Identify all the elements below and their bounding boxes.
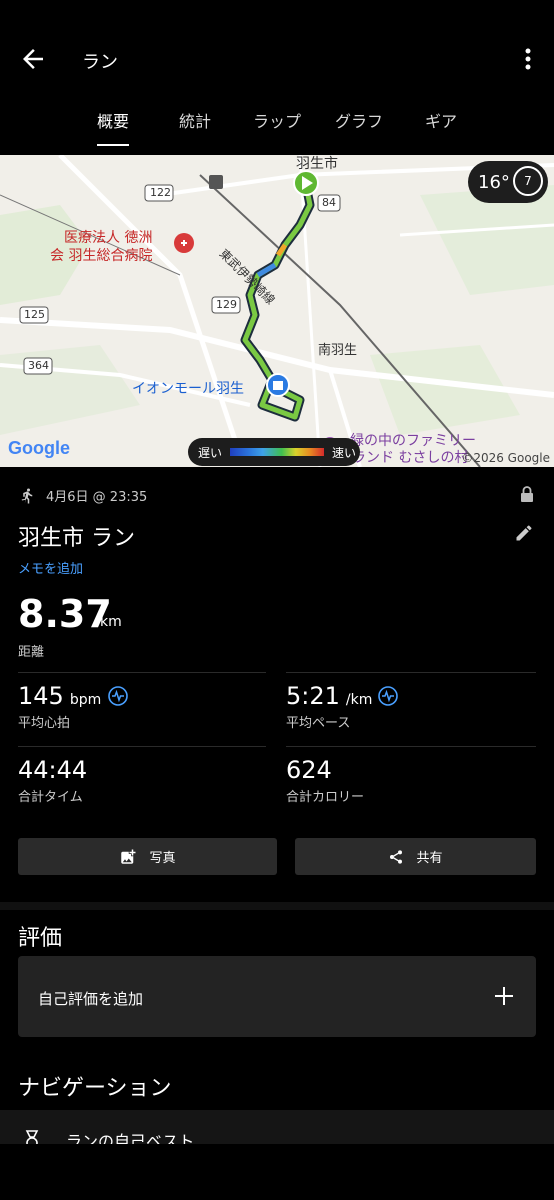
page-title: ラン [82,52,118,73]
navigation-section-title: ナビゲーション [18,1076,172,1101]
tab-laps[interactable]: ラップ [253,108,301,132]
photo-button-label: 写真 [149,851,176,866]
pace-value: 5:21 [286,682,340,710]
map-label-aeon: イオンモール羽生 [132,381,244,397]
map-label-hospital-1: 医療法人 徳洲 [64,230,153,246]
tab-bar: 概要 統計 ラップ グラフ ギア [0,96,554,146]
legend-slow-label: 遅い [198,445,223,460]
speed-gradient-bar [230,448,325,456]
total-time-label: 合計タイム [18,790,83,805]
divider [18,746,266,747]
speed-legend: 遅い 速い [188,438,360,466]
nav-item-personal-best[interactable]: ランの自己ベスト [0,1110,554,1144]
activity-meta: 4月6日 @ 23:35 [18,486,147,505]
pace-label: 平均ペース [286,716,351,731]
rating-section-title: 評価 [18,926,63,951]
heart-rate-wave-icon[interactable] [108,686,128,706]
system-nav-bar [0,1145,554,1200]
section-separator [0,902,554,910]
nav-item-personal-best-label: ランの自己ベスト [66,1132,195,1144]
weather-badge: 16° 7 [468,161,548,203]
route-map[interactable]: 122 84 129 125 364 羽生市 医療法人 徳洲 会 羽生総合病院 … [0,155,554,467]
share-button[interactable]: 共有 [295,838,536,875]
heart-rate-label: 平均心拍 [18,716,71,731]
share-icon [390,849,403,864]
back-arrow-icon[interactable] [18,44,48,74]
tab-gear[interactable]: ギア [425,108,457,132]
distance-label: 距離 [18,645,45,660]
google-logo: Google [8,438,70,458]
lock-icon[interactable] [520,486,534,502]
pace-stat: 5:21 /km [286,682,372,710]
map-label-hospital-2: 会 羽生総合病院 [50,248,153,264]
distance-unit: km [100,614,122,630]
plus-icon[interactable] [492,984,516,1008]
legend-fast-label: 速い [332,445,357,460]
activity-date: 4月6日 @ 23:35 [46,490,148,505]
divider [286,672,536,673]
add-self-rating-card[interactable]: 自己評価を追加 [18,956,536,1037]
route-125-shield: 125 [24,308,45,321]
total-time-value: 44:44 [18,756,88,784]
pace-unit: /km [345,692,373,708]
map-label-minami-hanyu: 南羽生 [318,343,358,358]
map-copyright: ©2026 Google [461,451,550,465]
uv-index-icon: 7 [513,166,543,196]
heart-rate-stat: 145 bpm [18,682,101,710]
tab-graph[interactable]: グラフ [335,108,383,132]
medal-icon [25,1130,39,1144]
share-button-label: 共有 [416,851,443,866]
app-header: ラン 概要 統計 ラップ グラフ ギア [0,0,554,155]
edit-pencil-icon[interactable] [514,523,534,543]
map-label-hanyu-city: 羽生市 [296,156,338,172]
activity-title: 羽生市 ラン [18,526,135,551]
divider [286,746,536,747]
heart-rate-unit: bpm [69,692,102,708]
calories-label: 合計カロリー [286,790,365,805]
heart-rate-value: 145 [18,682,64,710]
distance-value: 8.37 [18,592,112,636]
divider [18,672,266,673]
calories-value: 624 [286,756,332,784]
tab-stats[interactable]: 統計 [179,108,211,132]
route-129-shield: 129 [216,298,237,311]
add-memo-link[interactable]: メモを追加 [18,558,83,577]
map-background [0,155,554,467]
temperature: 16° [478,171,510,193]
route-122-shield: 122 [150,186,171,199]
map-label-family-land-2: ランド むさしの村 [352,450,469,466]
pace-wave-icon[interactable] [378,686,398,706]
route-84-shield: 84 [322,196,336,209]
add-self-rating-label: 自己評価を追加 [38,990,144,1008]
photo-button[interactable]: 写真 [18,838,277,875]
running-icon [21,488,33,503]
add-photo-icon [121,849,136,864]
route-364-shield: 364 [28,359,49,372]
active-tab-indicator [97,144,129,146]
tab-overview[interactable]: 概要 [97,108,129,132]
more-options-icon[interactable] [518,44,538,74]
